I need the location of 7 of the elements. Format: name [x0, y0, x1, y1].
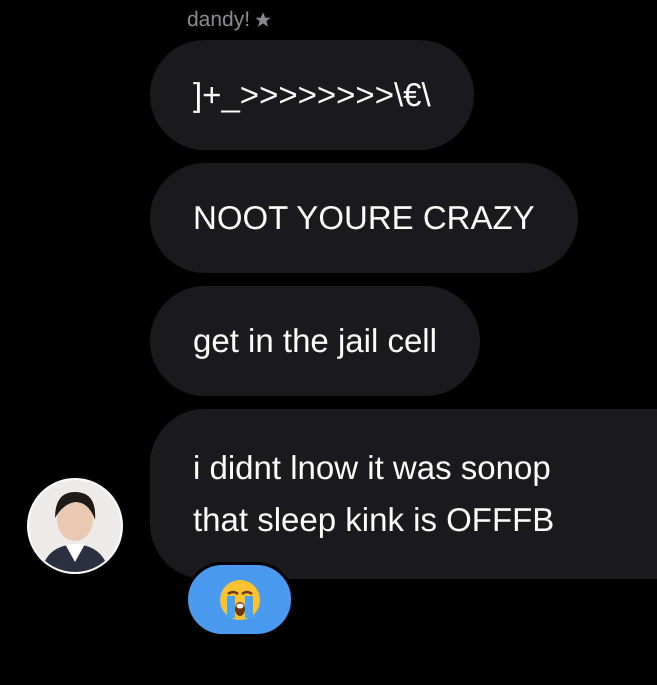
- message-text: that sleep kink is OFFFB: [193, 500, 554, 540]
- crying-face-icon: [218, 578, 262, 622]
- message-text: NOOT YOURE CRAZY: [193, 198, 535, 238]
- sender-name: dandy!: [187, 7, 250, 33]
- message-text: i didnt lnow it was sonop: [193, 448, 551, 488]
- message-text: get in the jail cell: [193, 321, 437, 361]
- message-text: ]+_>>>>>>>>\€\: [193, 75, 431, 115]
